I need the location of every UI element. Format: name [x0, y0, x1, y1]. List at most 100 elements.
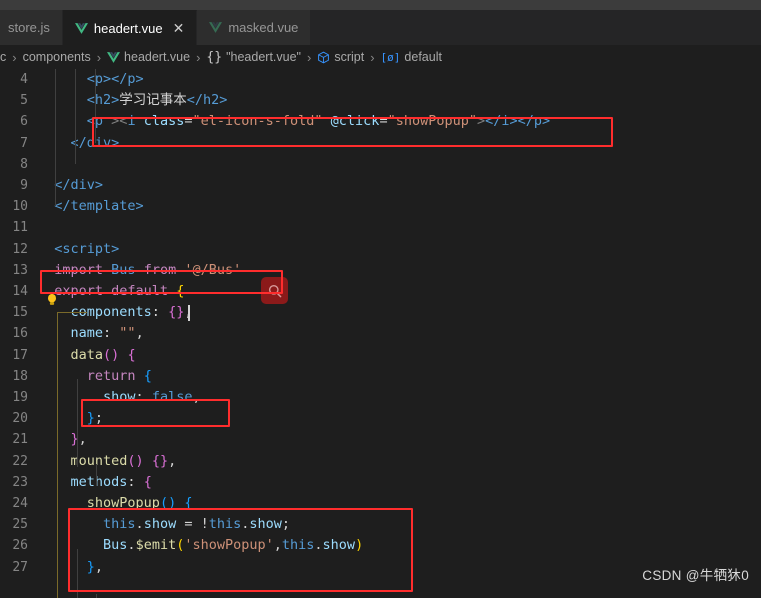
- line-number: 13: [12, 262, 28, 278]
- line-number: 15: [12, 305, 28, 321]
- quick-fix-lightbulb-icon[interactable]: [45, 292, 59, 307]
- breadcrumb-item-default[interactable]: [ø] default: [381, 50, 442, 64]
- code-line[interactable]: 13 import Bus from '@/Bus': [0, 260, 761, 281]
- line-number: 23: [12, 474, 28, 490]
- line-number: 16: [12, 326, 28, 342]
- breadcrumb[interactable]: c › components › headert.vue › {} "headert.vue"…: [0, 45, 761, 69]
- tab-label: headert.vue: [93, 20, 163, 36]
- search-icon: [268, 284, 281, 297]
- vue-file-icon: [209, 22, 223, 33]
- code-line-text: export default {: [54, 283, 185, 299]
- line-number: 18: [12, 368, 28, 384]
- breadcrumb-item-headert-vue[interactable]: headert.vue: [107, 50, 190, 64]
- line-number: 7: [20, 135, 28, 151]
- bracket-scope-line: [57, 312, 58, 598]
- code-line[interactable]: 23 methods: {: [0, 472, 761, 493]
- code-line-text: };: [86, 410, 104, 427]
- code-line[interactable]: 8: [0, 154, 761, 175]
- breadcrumb-separator: ›: [12, 49, 17, 65]
- code-line-text: },: [86, 558, 104, 575]
- line-number: 11: [12, 220, 28, 236]
- window-title-strip: [0, 0, 761, 10]
- line-number: 27: [12, 559, 28, 575]
- code-line[interactable]: 12 <script>: [0, 239, 761, 260]
- indent-guide: [96, 594, 97, 598]
- breadcrumb-separator: ›: [96, 49, 102, 65]
- code-line[interactable]: 10 </template>: [0, 196, 761, 217]
- breadcrumb-separator: ›: [370, 49, 375, 65]
- line-number: 26: [12, 538, 28, 554]
- code-line[interactable]: 17 data() {: [0, 345, 761, 366]
- close-icon[interactable]: ✕: [173, 21, 185, 35]
- code-line[interactable]: 19 show: false,: [0, 387, 761, 408]
- code-line[interactable]: 14 export default {: [0, 281, 761, 302]
- line-number: 20: [12, 411, 28, 427]
- line-number: 6: [20, 114, 28, 130]
- vscode-window: store.js headert.vue ✕ masked.vue c › compone…: [0, 0, 761, 598]
- text-cursor: [188, 305, 190, 322]
- code-line-text: name: "",: [70, 325, 144, 342]
- indent-guide: [96, 464, 97, 486]
- search-icon-badge[interactable]: [261, 277, 288, 304]
- breadcrumb-item--headert-vue-[interactable]: {} "headert.vue": [206, 50, 301, 65]
- line-number: 9: [20, 178, 28, 193]
- breadcrumb-label: "headert.vue": [226, 50, 301, 64]
- line-number: 19: [12, 390, 28, 405]
- breadcrumb-item-c[interactable]: c: [0, 50, 6, 64]
- code-line[interactable]: 15 components: {},: [0, 302, 761, 323]
- code-line[interactable]: 9 </div>: [0, 175, 761, 196]
- indent-guide: [95, 69, 96, 143]
- code-line[interactable]: 18 return {: [0, 366, 761, 387]
- line-number: 5: [20, 93, 28, 109]
- line-number: 24: [12, 496, 28, 511]
- editor-tab-headert-vue[interactable]: headert.vue ✕: [62, 10, 198, 45]
- tab-label: masked.vue: [228, 20, 299, 35]
- code-line[interactable]: 26 Bus.$emit('showPopup',this.show): [0, 535, 761, 556]
- code-line-text: </div>: [38, 133, 120, 154]
- code-line[interactable]: 24 showPopup() {: [0, 493, 761, 514]
- code-line[interactable]: 20 };: [0, 408, 761, 429]
- line-number: 22: [12, 453, 28, 469]
- breadcrumb-item-components[interactable]: components: [23, 50, 91, 64]
- code-line[interactable]: 25 this.show = !this.show;: [0, 514, 761, 535]
- code-line-text: </div>: [54, 177, 104, 193]
- editor-tab-store-js[interactable]: store.js: [0, 10, 63, 45]
- code-line-text: </template>: [54, 198, 144, 215]
- editor-tab-bar: store.js headert.vue ✕ masked.vue: [0, 10, 761, 45]
- code-line-text: import Bus from '@/Bus': [54, 261, 242, 278]
- code-line-text: <script>: [54, 240, 120, 257]
- code-line[interactable]: 6 <p ><i class="el-icon-s-fold" @click="…: [0, 111, 761, 132]
- csdn-watermark: CSDN @牛牺狇0: [642, 568, 749, 583]
- line-number: 25: [12, 517, 28, 533]
- line-number: 17: [12, 347, 28, 363]
- code-lines-container[interactable]: 4 <p></p> 5 <h2>学习记事本</h2> 6 <p ><i class=…: [0, 69, 761, 598]
- line-number: 21: [12, 432, 28, 448]
- vue-file-icon: [107, 51, 121, 63]
- code-line[interactable]: 5 <h2>学习记事本</h2>: [0, 90, 761, 111]
- code-line[interactable]: 22 mounted() {},: [0, 451, 761, 472]
- tab-label: store.js: [8, 20, 50, 35]
- cube-icon: [318, 51, 330, 63]
- bracket-scope-line-top: [57, 312, 87, 313]
- vue-file-icon: [74, 22, 88, 34]
- code-line-text: <p></p>: [86, 71, 144, 87]
- breadcrumb-item-script[interactable]: script: [317, 50, 364, 64]
- code-line-text: showPopup() {: [86, 495, 193, 511]
- code-line[interactable]: 16 name: "",: [0, 323, 761, 344]
- code-editor[interactable]: 4 <p></p> 5 <h2>学习记事本</h2> 6 <p ><i class=…: [0, 69, 761, 598]
- editor-tab-masked-vue[interactable]: masked.vue: [197, 10, 312, 45]
- line-number: 4: [20, 72, 28, 87]
- code-line[interactable]: 7 </div>: [0, 133, 761, 154]
- code-line[interactable]: 21 },: [0, 429, 761, 450]
- line-number: 8: [20, 156, 28, 172]
- indent-guide: [77, 549, 78, 598]
- breadcrumb-label: script: [334, 50, 365, 64]
- code-line-text: <h2>学习记事本</h2>: [86, 92, 228, 109]
- code-line[interactable]: 11: [0, 217, 761, 238]
- code-line-text: },: [70, 431, 87, 448]
- code-line-text: show: false,: [103, 389, 201, 405]
- code-line-text: Bus.$emit('showPopup',this.show): [103, 537, 364, 554]
- tab-bar-empty-space: [311, 10, 761, 45]
- breadcrumb-separator: ›: [306, 49, 312, 65]
- code-line[interactable]: 4 <p></p>: [0, 69, 761, 90]
